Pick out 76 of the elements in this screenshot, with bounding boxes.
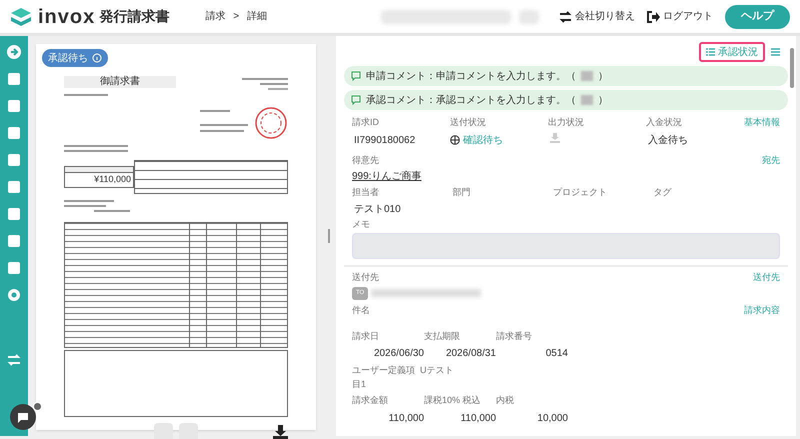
field-label: 送付状況	[450, 116, 487, 129]
field-value: テスト010	[353, 202, 402, 216]
scrollbar[interactable]	[790, 48, 794, 88]
comment-icon	[351, 71, 361, 81]
arrow-right-icon[interactable]	[6, 44, 22, 60]
field-label: プロジェクト	[553, 186, 608, 199]
field-value: Uテスト	[420, 364, 454, 377]
logout-icon	[647, 10, 660, 22]
field-label: 件名	[352, 304, 371, 316]
section-link[interactable]: 宛先	[762, 154, 780, 184]
approval-status-button[interactable]: 承認状況	[699, 42, 765, 62]
section-link[interactable]: 基本情報	[744, 116, 780, 148]
document-title: 御請求書	[64, 76, 176, 88]
field-label: 課税10% 税込	[424, 394, 482, 407]
field-label: 請求ID	[352, 116, 380, 129]
field-value: 入金待ち	[647, 134, 689, 148]
comment-icon	[351, 95, 361, 105]
globe-icon	[450, 135, 460, 145]
comment-text: ）	[598, 94, 608, 108]
logo-icon	[10, 6, 32, 26]
header-action-button[interactable]: ログアウト	[647, 9, 713, 24]
field-label: 送付先	[352, 271, 380, 284]
breadcrumb-separator: >	[233, 10, 240, 24]
settings-icon[interactable]	[6, 287, 22, 303]
blurred-name	[581, 71, 593, 81]
list-icon	[706, 48, 715, 56]
header-action-button[interactable]: 会社切り替え	[559, 9, 635, 24]
menu-icon[interactable]	[771, 48, 780, 56]
field-label: 部門	[452, 186, 472, 199]
resize-handle[interactable]	[328, 229, 330, 243]
field-label: 入金状況	[646, 116, 683, 129]
download-icon	[550, 132, 560, 142]
status-badge[interactable]: 承認待ち	[42, 49, 108, 67]
status-link[interactable]: 確認待ち	[463, 132, 503, 148]
section-link[interactable]: 請求内容	[744, 304, 780, 330]
field-value: 10,000	[536, 412, 568, 426]
memo-field[interactable]	[352, 233, 780, 259]
field-label: 内税	[496, 394, 515, 407]
breadcrumb-item[interactable]: 請求	[205, 9, 226, 24]
field-label: 担当者	[352, 186, 380, 199]
field-label: 請求金額	[352, 394, 389, 407]
document-text-lines	[200, 110, 248, 132]
field-value: 2026/06/30	[372, 347, 424, 361]
info-icon	[92, 53, 102, 63]
swap-icon[interactable]	[7, 354, 21, 366]
sample-stamp-icon	[254, 106, 288, 140]
product-name: 発行請求書	[99, 7, 170, 26]
field-value: 2026/08/31	[444, 347, 496, 361]
field-value: II7990180062	[353, 134, 416, 148]
document-amount: ¥110,000	[93, 173, 132, 186]
breadcrumb-item: 詳細	[247, 10, 268, 24]
field-value: 0514	[544, 347, 568, 361]
document-header-lines	[242, 76, 288, 90]
download-icon[interactable]	[273, 425, 288, 439]
field-label: 得意先	[352, 154, 380, 166]
document-text-lines	[64, 94, 128, 152]
field-label: ユーザー定義項目1	[352, 364, 416, 390]
section-link[interactable]: 送付先	[753, 271, 780, 300]
blurred-name	[581, 95, 593, 105]
field-value: 110,000	[388, 412, 424, 426]
comment-text: 承認コメント：承認コメントを入力します。（	[366, 94, 576, 108]
document-text-lines	[64, 200, 130, 212]
field-label: メモ	[352, 218, 371, 230]
field-label: 請求番号	[496, 330, 533, 342]
customer-link[interactable]: 999:りんご商事	[352, 169, 422, 184]
field-label: 出力状況	[548, 116, 585, 129]
logo-text: invox	[38, 4, 96, 30]
field-label: 請求日	[352, 330, 380, 342]
field-label: タグ	[654, 186, 672, 199]
field-value: 110,000	[460, 412, 496, 426]
field-label: 支払期限	[424, 330, 461, 342]
swap-icon	[559, 10, 572, 22]
help-button[interactable]: ヘルプ	[725, 4, 790, 28]
comment-text: ）	[598, 70, 608, 84]
comment-text: 申請コメント：申請コメントを入力します。（	[366, 70, 576, 84]
chat-icon	[17, 412, 29, 422]
